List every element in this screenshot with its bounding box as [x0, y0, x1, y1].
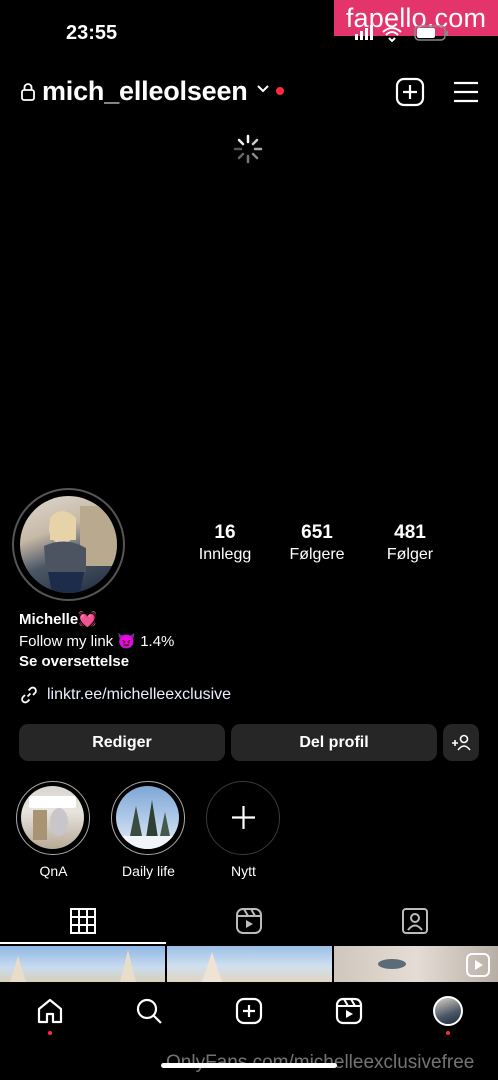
status-icons [355, 25, 448, 42]
create-icon[interactable] [234, 996, 264, 1026]
lock-icon [21, 83, 35, 101]
profile-notification-dot [446, 1031, 450, 1035]
post-thumbnail[interactable] [167, 946, 332, 982]
stat-following-label: Følger [386, 546, 434, 563]
reels-icon[interactable] [234, 906, 264, 936]
profile-link-text: linktr.ee/michelleexclusive [47, 686, 232, 703]
tagged-icon[interactable] [400, 906, 430, 936]
plus-icon [231, 806, 255, 829]
share-profile-button[interactable]: Del profil [231, 724, 437, 761]
wifi-icon [382, 27, 402, 42]
highlight-new[interactable]: Nytt [206, 781, 281, 879]
add-person-icon [452, 734, 471, 751]
profile-header: mich_elleolseen [0, 70, 498, 114]
status-time: 23:55 [66, 22, 118, 44]
chevron-down-icon[interactable] [256, 84, 270, 94]
highlight-new-label: Nytt [231, 863, 256, 879]
profile-photo [20, 496, 117, 593]
home-notification-dot [48, 1031, 52, 1035]
link-icon [21, 686, 37, 704]
notification-dot [276, 87, 284, 95]
reels-nav-icon[interactable] [334, 996, 364, 1026]
content-tabs [0, 900, 498, 946]
stat-posts-value: 16 [214, 522, 236, 543]
edit-profile-button[interactable]: Rediger [19, 724, 225, 761]
highlight-daily-life-image [116, 786, 179, 849]
loading-spinner-icon [233, 134, 263, 164]
post-thumbnail[interactable] [334, 946, 498, 982]
translate-link[interactable]: Se oversettelse [19, 653, 129, 670]
highlight-daily-life[interactable]: Daily life [111, 781, 186, 879]
signal-icon [355, 25, 373, 40]
profile-link[interactable]: linktr.ee/michelleexclusive [19, 684, 231, 706]
search-icon[interactable] [134, 996, 164, 1026]
home-icon[interactable] [35, 996, 65, 1026]
highlight-daily-life-label: Daily life [122, 863, 175, 879]
add-user-button[interactable] [443, 724, 479, 761]
stat-following-value: 481 [394, 522, 426, 543]
menu-icon[interactable] [450, 76, 482, 108]
username[interactable]: mich_elleolseen [42, 76, 248, 107]
highlight-qna-label: QnA [39, 863, 68, 879]
profile-bio: Follow my link 😈 1.4% [19, 633, 175, 650]
highlight-qna-image [21, 786, 84, 849]
stat-following[interactable]: 481 Følger [365, 522, 455, 564]
battery-icon [414, 25, 448, 41]
profile-name: Michelle💓 [19, 611, 97, 628]
active-tab-indicator [0, 942, 166, 944]
profile-avatar-nav[interactable] [433, 996, 463, 1026]
home-indicator [161, 1063, 337, 1068]
grid-icon[interactable] [68, 906, 98, 936]
new-post-icon[interactable] [394, 76, 426, 108]
stat-followers[interactable]: 651 Følgere [272, 522, 362, 564]
highlight-qna[interactable]: QnA [16, 781, 91, 879]
stat-followers-label: Følgere [289, 546, 345, 563]
stat-followers-value: 651 [301, 522, 333, 543]
post-thumbnail[interactable] [0, 946, 165, 982]
stat-posts[interactable]: 16 Innlegg [180, 522, 270, 564]
stat-posts-label: Innlegg [198, 546, 252, 563]
profile-avatar[interactable] [12, 488, 125, 601]
